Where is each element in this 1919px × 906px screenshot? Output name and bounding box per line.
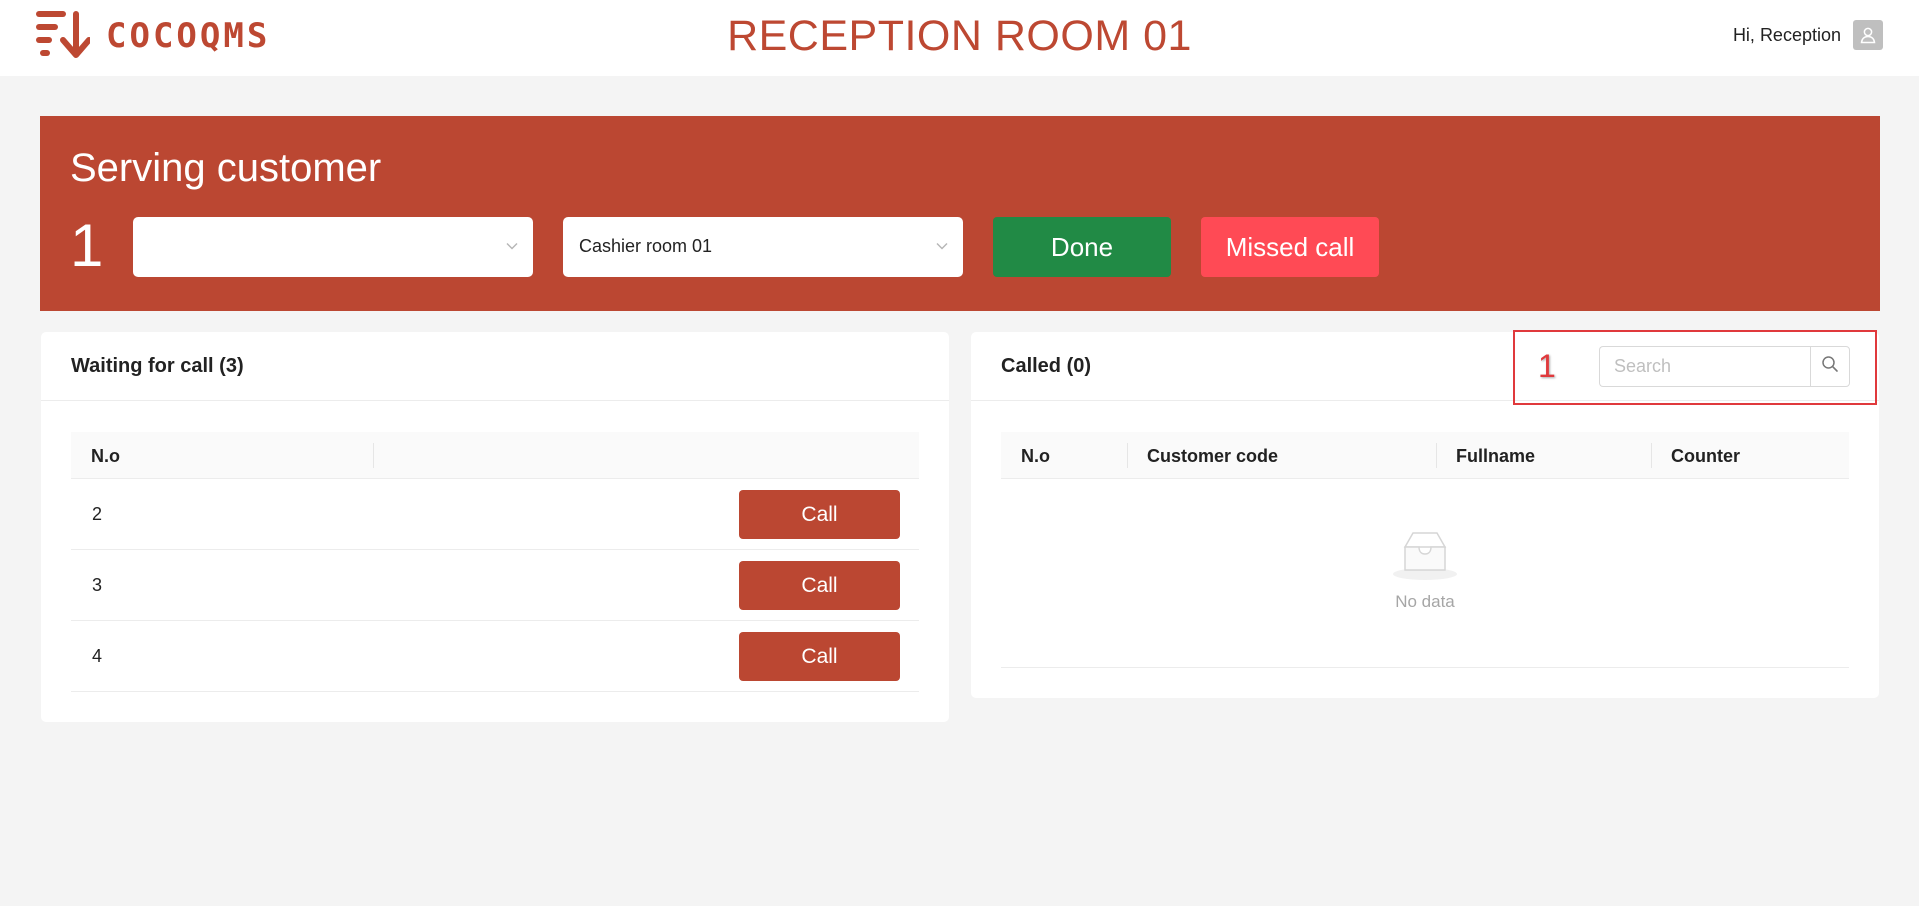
call-button[interactable]: Call [739,490,900,539]
empty-text: No data [1395,592,1455,611]
user-greeting: Hi, Reception [1732,24,1841,45]
user-menu[interactable]: Hi, Reception [1733,20,1883,50]
column-divider [1651,443,1652,468]
call-button[interactable]: Call [739,561,900,610]
chevron-down-icon [505,239,519,258]
called-title: Called (0) [1001,355,1092,377]
waiting-card: Waiting for call (3) N.o 2 Call 3 Call 4… [41,332,949,722]
row-number: 2 [92,504,103,524]
row-number: 3 [92,575,103,595]
table-row: 4 Call [71,621,919,692]
annotation-label: 1 [1538,348,1556,384]
serving-number: 1 [70,212,104,279]
room-select[interactable]: Cashier room 01 [563,217,963,277]
serving-panel: Serving customer 1 Cashier room 01 Done … [40,116,1880,311]
table-row: 3 Call [71,550,919,621]
column-header-fullname: Fullname [1456,446,1536,466]
page-title: RECEPTION ROOM 01 [727,12,1192,60]
room-select-value: Cashier room 01 [579,236,713,256]
column-divider [373,443,374,468]
annotation-highlight-box [1513,330,1877,405]
column-header-counter: Counter [1671,446,1740,466]
inbox-empty-icon [1385,527,1465,588]
top-header: COCOQMS RECEPTION ROOM 01 Hi, Reception [0,0,1919,76]
done-button[interactable]: Done [993,217,1171,277]
customer-select[interactable] [133,217,533,277]
table-row: 2 Call [71,479,919,550]
column-header-customer-code: Customer code [1147,446,1279,466]
call-button[interactable]: Call [739,632,900,681]
missed-call-button[interactable]: Missed call [1201,217,1379,277]
row-number: 4 [92,646,103,666]
waiting-card-header: Waiting for call (3) [41,332,949,401]
chevron-down-icon [935,239,949,258]
empty-state: No data [1001,479,1849,668]
column-divider [1127,443,1128,468]
column-header-no: N.o [91,446,120,466]
waiting-title: Waiting for call (3) [71,355,244,377]
serving-title: Serving customer [70,146,382,190]
column-divider [1436,443,1437,468]
column-header-no: N.o [1021,446,1050,466]
user-avatar-icon[interactable] [1853,20,1883,50]
waiting-table-header: N.o [71,432,919,479]
called-table-header: N.o Customer code Fullname Counter [1001,432,1849,479]
